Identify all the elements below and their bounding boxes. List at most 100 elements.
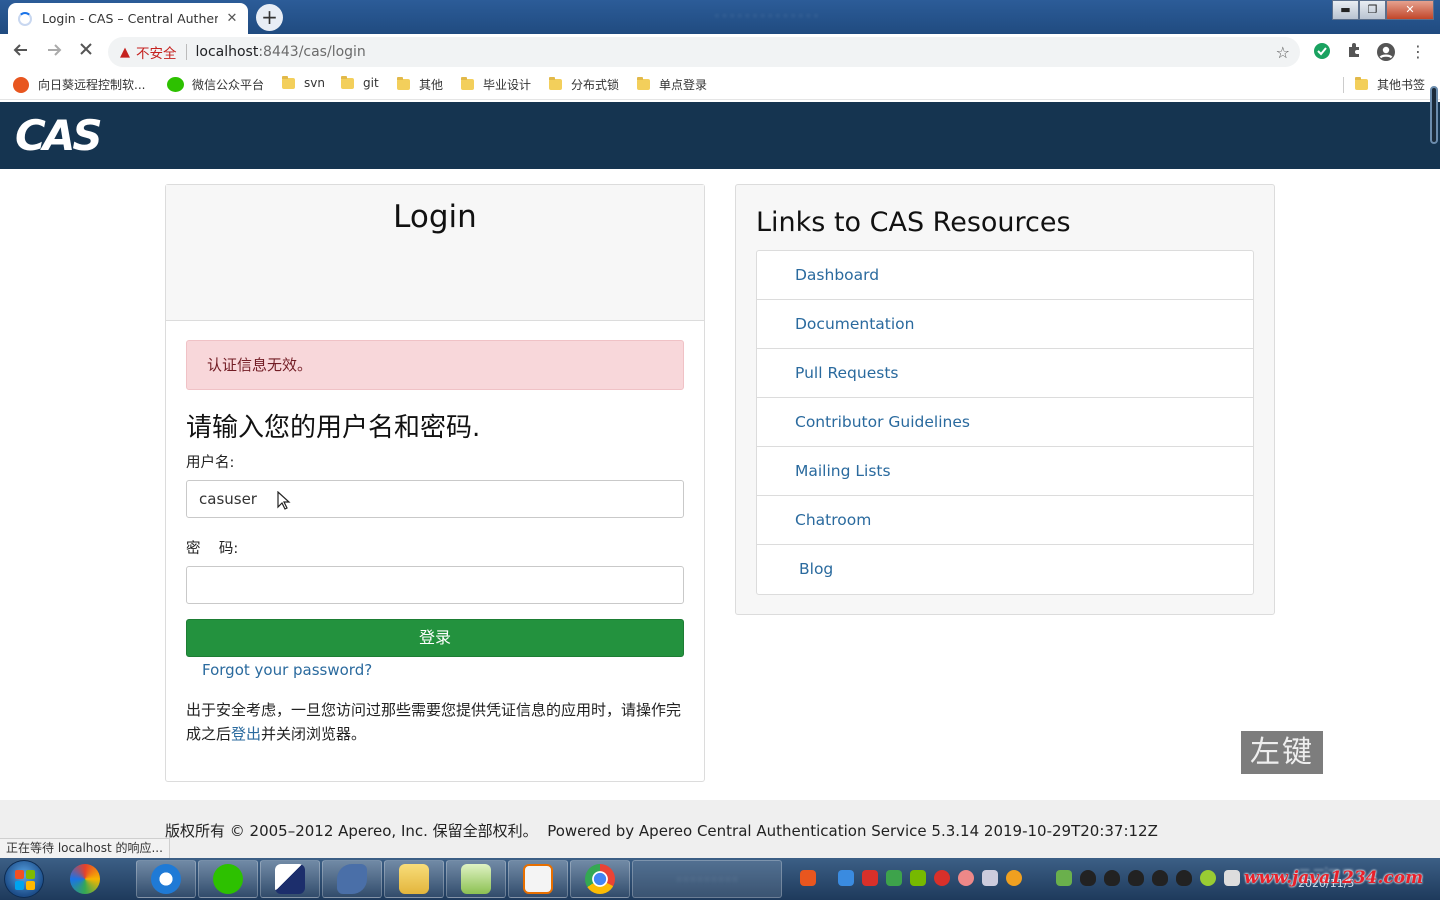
not-secure-label[interactable]: 不安全: [136, 42, 177, 62]
forward-arrow-icon[interactable]: [43, 41, 65, 63]
folder-icon: [399, 864, 429, 894]
security-notice: 出于安全考虑，一旦您访问过那些需要您提供凭证信息的应用时，请操作完成之后登出并关…: [186, 701, 682, 743]
resource-link-mailing-lists[interactable]: Mailing Lists: [757, 447, 1253, 496]
mouse-key-overlay: 左键: [1241, 731, 1323, 774]
bookmark-folder-sso[interactable]: 单点登录: [637, 76, 707, 93]
tray-shield-icon[interactable]: [886, 870, 902, 886]
folder-icon: [341, 75, 354, 89]
qq-penguin-icon[interactable]: [1104, 870, 1120, 886]
dolphin-icon: [337, 864, 367, 894]
taskbar-app-dolphin[interactable]: [322, 860, 382, 898]
username-field[interactable]: casuser: [186, 480, 684, 518]
bookmark-folder-graduation[interactable]: 毕业设计: [461, 76, 531, 93]
new-tab-button[interactable]: +: [256, 4, 283, 31]
windows-logo-icon: [15, 870, 35, 890]
tab-close-icon[interactable]: ✕: [224, 11, 240, 26]
resource-link-contributor-guidelines[interactable]: Contributor Guidelines: [757, 398, 1253, 447]
qq-penguin-icon[interactable]: [1128, 870, 1144, 886]
taskbar-app-java[interactable]: [508, 860, 568, 898]
taskbar-app-notepad[interactable]: [446, 860, 506, 898]
wechat-icon: [167, 77, 184, 92]
notepad-icon: [461, 864, 491, 894]
address-bar[interactable]: ▲ 不安全 localhost:8443/cas/login ☆: [108, 37, 1300, 67]
close-window-button[interactable]: ✕: [1386, 0, 1434, 20]
taskbar-app-chrome[interactable]: [570, 860, 630, 898]
taskbar-app-explorer[interactable]: [384, 860, 444, 898]
folder-icon: [397, 77, 410, 90]
folder-icon: [461, 77, 474, 90]
resource-link-documentation[interactable]: Documentation: [757, 300, 1253, 349]
tray-green-icon[interactable]: [1200, 870, 1216, 886]
tray-cube-icon[interactable]: [838, 870, 854, 886]
qq-penguin-icon[interactable]: [1176, 870, 1192, 886]
back-arrow-icon[interactable]: [10, 41, 32, 63]
qq-penguin-icon[interactable]: [1152, 870, 1168, 886]
tray-s-icon[interactable]: [934, 870, 950, 886]
start-button[interactable]: [4, 860, 44, 898]
minimize-button[interactable]: ▬: [1332, 0, 1359, 20]
tab-title: Login - CAS – Central Authentication Ser…: [42, 11, 218, 26]
omnibox-separator: [185, 44, 187, 60]
nvidia-icon[interactable]: [910, 870, 926, 886]
bookmark-wechat[interactable]: 微信公众平台: [167, 76, 264, 93]
bookmark-folder-svn[interactable]: svn: [282, 75, 325, 90]
sunflower-icon: [13, 76, 29, 93]
tray-network-icon[interactable]: [1056, 870, 1072, 886]
powered-by-text: Powered by Apereo Central Authentication…: [547, 822, 1158, 840]
browser-status-bubble: 正在等待 localhost 的响应...: [0, 838, 170, 858]
bookmark-other-bookmarks[interactable]: 其他书签: [1355, 76, 1425, 93]
taskbar-app-blurred[interactable]: · · · · · · · · ·: [632, 860, 782, 898]
window-title-blurred: · · · · · · · · · · · · · ·: [715, 9, 818, 23]
copyright-text: 版权所有 © 2005–2012 Apereo, Inc. 保留全部权利。: [165, 822, 538, 840]
sogou-icon[interactable]: [800, 870, 816, 886]
error-alert: 认证信息无效。: [186, 340, 684, 390]
window-controls: ▬ ❐ ✕: [1332, 0, 1434, 20]
tray-flower-icon[interactable]: [958, 870, 974, 886]
profile-avatar-icon[interactable]: [1376, 42, 1396, 62]
bookmarks-separator: [1343, 77, 1344, 93]
wechat-icon: [213, 864, 243, 894]
extension-green-icon[interactable]: [1312, 42, 1332, 62]
resources-card: Links to CAS Resources Dashboard Documen…: [735, 184, 1275, 615]
bookmark-sunflower[interactable]: 向日葵远程控制软...: [13, 76, 145, 93]
stop-loading-icon[interactable]: [75, 41, 97, 63]
bookmark-folder-git[interactable]: git: [341, 75, 379, 90]
resource-link-dashboard[interactable]: Dashboard: [757, 251, 1253, 300]
folder-icon: [1355, 77, 1368, 90]
resources-title: Links to CAS Resources: [756, 207, 1071, 238]
bookmark-star-icon[interactable]: ☆: [1276, 43, 1290, 62]
login-card: Login 认证信息无效。 请输入您的用户名和密码. 用户名: casuser …: [165, 184, 705, 782]
logout-link[interactable]: 登出: [231, 725, 261, 743]
taskbar-app-browser-blue[interactable]: [136, 860, 196, 898]
resource-link-pull-requests[interactable]: Pull Requests: [757, 349, 1253, 398]
bookmark-folder-other[interactable]: 其他: [397, 76, 443, 93]
system-tray: [800, 870, 1248, 890]
login-submit-button[interactable]: 登录: [186, 619, 684, 657]
tray-orange-icon[interactable]: [1006, 870, 1022, 886]
taskbar-app-wechat[interactable]: [198, 860, 258, 898]
taskbar-app-intellij[interactable]: [260, 860, 320, 898]
url-text[interactable]: localhost:8443/cas/login: [196, 44, 366, 60]
page-viewport: CAS Login 认证信息无效。 请输入您的用户名和密码. 用户名: casu…: [0, 102, 1440, 858]
folder-icon: [637, 77, 650, 90]
page-scrollbar[interactable]: [1430, 86, 1438, 144]
taskbar-app-pinwheel[interactable]: [55, 860, 115, 898]
resource-link-blog[interactable]: Blog: [757, 545, 1253, 594]
maximize-button[interactable]: ❐: [1359, 0, 1386, 20]
footer-text: 版权所有 © 2005–2012 Apereo, Inc. 保留全部权利。 Po…: [165, 820, 1158, 841]
password-field[interactable]: [186, 566, 684, 604]
qq-penguin-icon[interactable]: [1080, 870, 1096, 886]
page-footer: 版权所有 © 2005–2012 Apereo, Inc. 保留全部权利。 Po…: [0, 800, 1440, 858]
forgot-password-link[interactable]: Forgot your password?: [202, 661, 372, 679]
cas-logo[interactable]: CAS: [15, 111, 103, 160]
browser-tab[interactable]: Login - CAS – Central Authentication Ser…: [8, 3, 248, 34]
tray-grid-icon[interactable]: [862, 870, 878, 886]
bookmark-folder-distributed-lock[interactable]: 分布式锁: [549, 76, 619, 93]
volume-icon[interactable]: [1224, 870, 1240, 886]
resource-link-chatroom[interactable]: Chatroom: [757, 496, 1253, 545]
extensions-puzzle-icon[interactable]: [1344, 42, 1364, 62]
tray-monitor-icon[interactable]: [982, 870, 998, 886]
warning-triangle-icon: ▲: [120, 44, 130, 60]
browser-menu-icon[interactable]: ⋮: [1408, 42, 1428, 62]
resources-list: Dashboard Documentation Pull Requests Co…: [756, 250, 1254, 595]
